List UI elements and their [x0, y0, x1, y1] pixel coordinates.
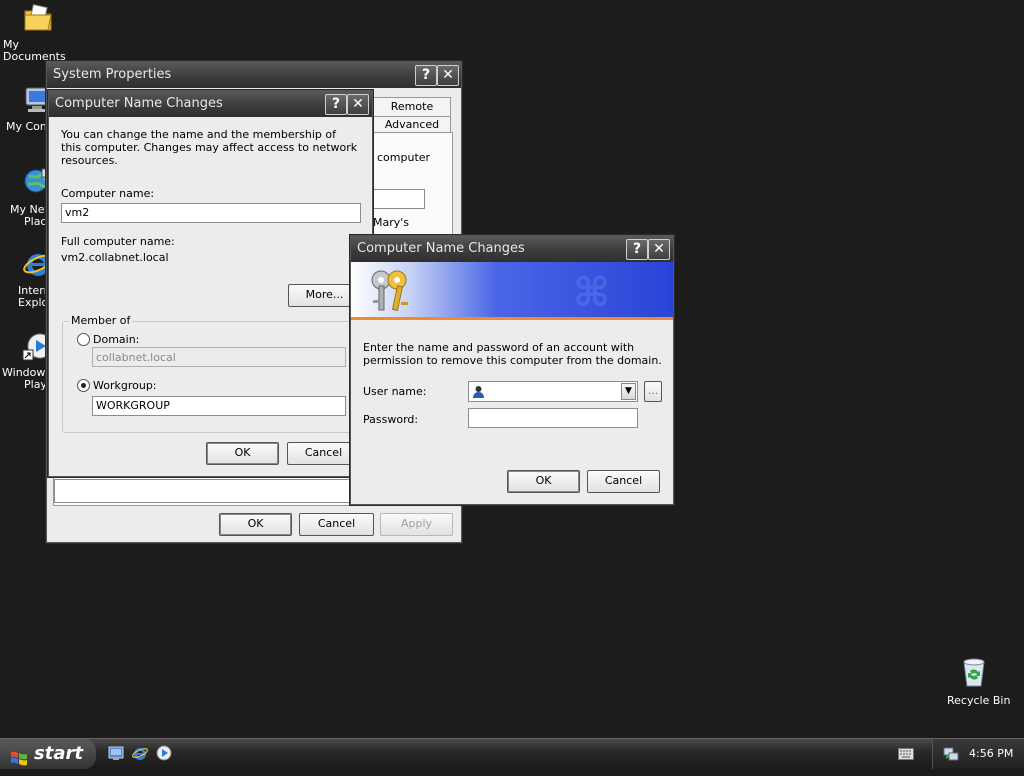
start-label: start	[34, 743, 83, 764]
close-button[interactable]: ✕	[648, 239, 670, 260]
panel-lower-field	[54, 479, 354, 503]
windows-media-player-icon[interactable]	[156, 745, 172, 761]
my-documents-icon	[22, 2, 54, 34]
keyboard-icon[interactable]	[898, 748, 914, 760]
browse-button[interactable]: ...	[644, 381, 662, 402]
full-computer-name-label: Full computer name:	[61, 235, 175, 248]
password-input[interactable]	[468, 408, 638, 428]
internet-explorer-icon[interactable]	[132, 745, 148, 761]
ok-button[interactable]: OK	[219, 513, 292, 536]
panel-text-computer: computer	[377, 151, 431, 164]
close-button[interactable]: ✕	[347, 94, 369, 115]
credentials-titlebar[interactable]: Computer Name Changes	[351, 236, 673, 262]
computer-name-input[interactable]	[61, 203, 361, 223]
workgroup-radio[interactable]	[77, 379, 90, 392]
full-computer-name-value: vm2.collabnet.local	[61, 251, 169, 264]
ok-button[interactable]: OK	[206, 442, 279, 465]
credentials-dialog: Computer Name Changes ? ✕ ⌘ Enter the na…	[350, 235, 674, 505]
taskbar: start 4:56 PM	[0, 738, 1024, 769]
network-icon[interactable]	[943, 746, 959, 762]
desktop-icon-label: My Documents	[3, 38, 66, 63]
credentials-description: Enter the name and password of an accoun…	[363, 341, 662, 367]
ok-button[interactable]: OK	[507, 470, 580, 493]
panel-text-marys: Mary's	[373, 216, 410, 229]
domain-radio[interactable]	[77, 333, 90, 346]
desktop-icon-recycle-bin[interactable]: Recycle Bin	[936, 654, 1012, 710]
close-button[interactable]: ✕	[437, 65, 459, 86]
cancel-button[interactable]: Cancel	[299, 513, 374, 536]
system-tray: 4:56 PM	[932, 739, 1024, 769]
recycle-bin-icon	[958, 656, 990, 688]
tab-advanced[interactable]: Advanced	[373, 116, 451, 133]
panel-input[interactable]	[373, 189, 425, 209]
apply-button[interactable]: Apply	[380, 513, 453, 536]
workgroup-input[interactable]	[92, 396, 346, 416]
help-button[interactable]: ?	[325, 94, 347, 115]
clock[interactable]: 4:56 PM	[969, 747, 1013, 760]
windows-logo-icon	[10, 746, 28, 776]
computer-name-changes-titlebar[interactable]: Computer Name Changes	[49, 91, 372, 117]
window-title: System Properties	[53, 67, 172, 82]
help-button[interactable]: ?	[626, 239, 648, 260]
credentials-banner: ⌘	[351, 262, 673, 320]
tab-remote[interactable]: Remote	[373, 97, 451, 116]
desktop-icon-my-documents[interactable]: My Documents	[0, 0, 76, 63]
window-title: Computer Name Changes	[357, 241, 525, 256]
show-desktop-icon[interactable]	[108, 745, 124, 761]
member-of-label: Member of	[69, 314, 133, 327]
workgroup-label: Workgroup:	[93, 379, 157, 392]
help-button[interactable]: ?	[415, 65, 437, 86]
start-button[interactable]: start	[0, 739, 96, 769]
username-combobox[interactable]: ▼	[468, 381, 638, 402]
desktop-icon-label: Recycle Bin	[947, 694, 1011, 707]
chevron-down-icon[interactable]: ▼	[621, 383, 636, 400]
domain-label: Domain:	[93, 333, 140, 346]
window-title: Computer Name Changes	[55, 96, 223, 111]
password-label: Password:	[363, 413, 419, 426]
keys-icon	[367, 266, 415, 314]
username-label: User name:	[363, 385, 427, 398]
svg-text:⌘: ⌘	[573, 270, 610, 316]
cancel-button[interactable]: Cancel	[587, 470, 660, 493]
user-icon	[472, 385, 485, 405]
description-text: You can change the name and the membersh…	[61, 128, 358, 167]
computer-name-changes-window: Computer Name Changes ? ✕ You can change…	[48, 90, 373, 477]
domain-input[interactable]: collabnet.local	[92, 347, 346, 367]
system-properties-titlebar[interactable]: System Properties	[47, 62, 461, 88]
computer-name-label: Computer name:	[61, 187, 155, 200]
